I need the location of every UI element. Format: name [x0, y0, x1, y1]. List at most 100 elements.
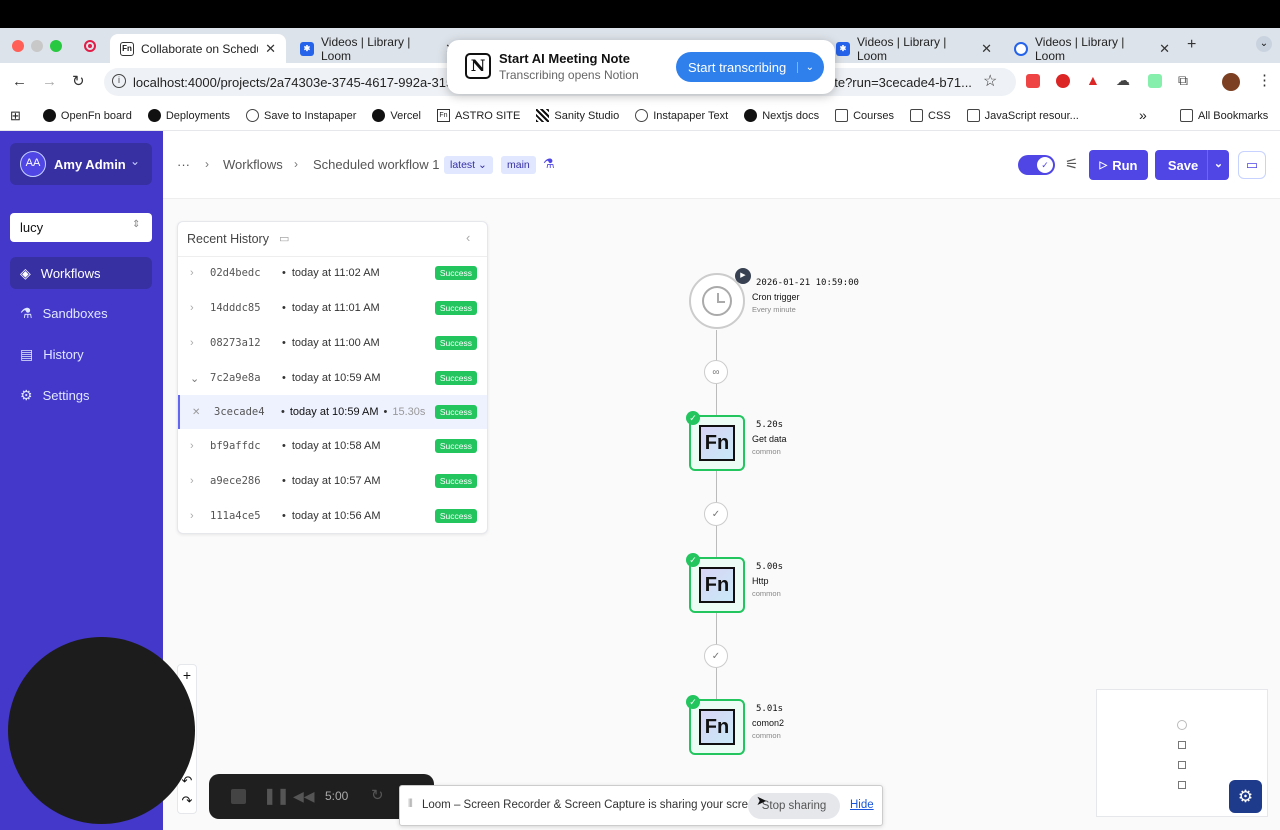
bookmark-folder[interactable]: Courses: [835, 109, 894, 122]
extensions-puzzle-icon[interactable]: ⧉: [1178, 72, 1188, 89]
close-icon[interactable]: ✕: [192, 407, 214, 418]
restart-icon[interactable]: ↻: [371, 786, 384, 804]
chevron-down-icon[interactable]: ⌄: [796, 61, 814, 73]
recorder-timer: 5:00: [325, 789, 349, 803]
user-name: Amy Admin: [54, 157, 126, 172]
archive-icon[interactable]: ▭: [279, 232, 289, 245]
history-row[interactable]: › 02d4bedc • today at 11:02 AM Success: [178, 256, 487, 290]
rewind-icon[interactable]: ◀◀: [293, 788, 315, 805]
settings-sliders-icon[interactable]: ⚟: [1065, 155, 1078, 173]
chat-icon[interactable]: ▭: [1238, 151, 1266, 179]
back-icon[interactable]: ←: [12, 73, 27, 90]
browser-menu-icon[interactable]: ⋮: [1257, 71, 1272, 89]
chevron-right-icon[interactable]: ›: [190, 510, 210, 522]
start-transcribing-button[interactable]: Start transcribing ⌄: [676, 52, 824, 82]
link-icon[interactable]: ∞: [704, 360, 728, 384]
sidebar-item-settings[interactable]: ⚙ Settings: [10, 379, 152, 411]
chevron-down-icon[interactable]: ⌄: [190, 372, 210, 385]
tab-collaborate[interactable]: Fn Collaborate on Schedule ✕: [110, 34, 286, 63]
pause-icon[interactable]: ❚❚: [263, 786, 290, 806]
sidebar-item-sandboxes[interactable]: ⚗ Sandboxes: [10, 297, 152, 329]
chevron-right-icon[interactable]: ›: [190, 267, 210, 279]
tab-loom-1[interactable]: ✱ Videos | Library | Loom ✕: [290, 34, 466, 63]
close-window-button[interactable]: [12, 40, 24, 52]
chevron-right-icon[interactable]: ›: [190, 475, 210, 487]
breadcrumb-ellipsis[interactable]: ···: [177, 157, 190, 172]
sandbox-flask-icon[interactable]: ⚗: [543, 156, 555, 172]
play-icon[interactable]: ▶: [735, 268, 751, 284]
history-row[interactable]: › 08273a12 • today at 11:00 AM Success: [178, 326, 487, 360]
breadcrumb-workflows[interactable]: Workflows: [223, 157, 283, 172]
more-bookmarks-button[interactable]: »: [1139, 107, 1147, 123]
tab-search-icon[interactable]: ⌄: [1256, 36, 1272, 52]
reload-icon[interactable]: ↻: [72, 72, 85, 90]
camera-bubble[interactable]: [8, 637, 195, 824]
bookmark-item[interactable]: Nextjs docs: [744, 109, 819, 122]
close-tab-icon[interactable]: ✕: [1159, 41, 1170, 57]
chevron-right-icon[interactable]: ›: [190, 440, 210, 452]
collapse-panel-icon[interactable]: ‹: [466, 230, 470, 245]
run-time: today at 11:01 AM: [291, 302, 380, 314]
bookmark-folder[interactable]: CSS: [910, 109, 951, 122]
extension-icon[interactable]: ▲: [1086, 72, 1100, 88]
bookmark-item[interactable]: Instapaper Text: [635, 109, 728, 122]
sidebar-item-workflows[interactable]: ◈ Workflows: [10, 257, 152, 289]
branch-badge: main: [501, 156, 536, 174]
close-tab-icon[interactable]: ✕: [981, 41, 992, 57]
run-id: 02d4bedc: [210, 267, 261, 279]
forward-icon[interactable]: →: [42, 73, 57, 90]
cloud-extension-icon[interactable]: ☁: [1116, 72, 1130, 89]
chevron-down-icon[interactable]: ⌄: [1207, 150, 1229, 180]
bookmark-item[interactable]: Fn ASTRO SITE: [436, 109, 520, 122]
loom-favicon-icon: ✱: [300, 41, 314, 56]
save-button[interactable]: Save ⌄: [1155, 150, 1229, 180]
extension-icon[interactable]: [1056, 74, 1070, 88]
step-title: Get data: [752, 434, 787, 444]
profile-avatar[interactable]: [1222, 73, 1240, 91]
bookmark-item[interactable]: Sanity Studio: [536, 109, 619, 122]
extension-icon[interactable]: [1026, 74, 1040, 88]
tab-loom-3[interactable]: Videos | Library | Loom ✕: [1004, 34, 1180, 63]
history-row[interactable]: › 111a4ce5 • today at 10:56 AM Success: [178, 499, 487, 533]
project-selector[interactable]: lucy ⇕: [10, 213, 152, 242]
status-badge: Success: [434, 371, 477, 385]
tab-loom-2[interactable]: ✱ Videos | Library | Loom ✕: [826, 34, 1002, 63]
bookmark-item[interactable]: Save to Instapaper: [246, 109, 356, 122]
site-info-icon[interactable]: i: [112, 74, 126, 88]
close-tab-icon[interactable]: ✕: [265, 41, 276, 57]
sidebar-item-history[interactable]: ▤ History: [10, 338, 152, 370]
run-time: today at 10:59 AM: [291, 372, 381, 384]
bookmark-star-icon[interactable]: ☆: [983, 71, 997, 91]
bookmark-item[interactable]: Vercel: [372, 109, 421, 122]
bug-report-icon[interactable]: ⚙: [1229, 780, 1262, 813]
history-row[interactable]: ⌄ 7c2a9e8a • today at 10:59 AM Success: [178, 361, 487, 395]
version-selector[interactable]: latest ⌄: [444, 156, 493, 174]
redo-icon[interactable]: ↷: [178, 793, 196, 809]
run-button[interactable]: ▷ Run: [1089, 150, 1148, 180]
step-subtitle: common: [752, 447, 781, 456]
hide-link[interactable]: Hide: [850, 799, 874, 811]
check-edge-icon[interactable]: ✓: [704, 502, 728, 526]
recent-history-panel: Recent History ▭ ‹ › 02d4bedc • today at …: [177, 221, 488, 534]
stop-recording-icon[interactable]: [231, 789, 246, 804]
all-bookmarks-folder[interactable]: All Bookmarks: [1180, 109, 1268, 122]
workflow-enabled-toggle[interactable]: ✓: [1018, 155, 1055, 175]
chevron-right-icon[interactable]: ›: [190, 337, 210, 349]
maximize-window-button[interactable]: [50, 40, 62, 52]
bookmark-folder[interactable]: JavaScript resour...: [966, 109, 1079, 122]
bookmark-item[interactable]: OpenFn board: [42, 109, 132, 122]
status-badge: Success: [434, 474, 477, 488]
bookmark-item[interactable]: Deployments: [147, 109, 230, 122]
user-menu[interactable]: AA Amy Admin ⌄: [10, 143, 152, 185]
history-row[interactable]: › 14dddc85 • today at 11:01 AM Success: [178, 291, 487, 325]
extension-icon[interactable]: [1148, 74, 1162, 88]
minimize-window-button[interactable]: [31, 40, 43, 52]
drag-handle-icon[interactable]: ⦀: [408, 798, 413, 811]
history-row[interactable]: › a9ece286 • today at 10:57 AM Success: [178, 464, 487, 498]
history-row-selected[interactable]: ✕ 3cecade4 • today at 10:59 AM • 15.30s Su…: [178, 395, 487, 429]
apps-grid-icon[interactable]: ⊞: [10, 108, 21, 124]
history-row[interactable]: › bf9affdc • today at 10:58 AM Success: [178, 429, 487, 463]
chevron-right-icon[interactable]: ›: [190, 302, 210, 314]
new-tab-button[interactable]: +: [1187, 36, 1196, 54]
check-edge-icon[interactable]: ✓: [704, 644, 728, 668]
